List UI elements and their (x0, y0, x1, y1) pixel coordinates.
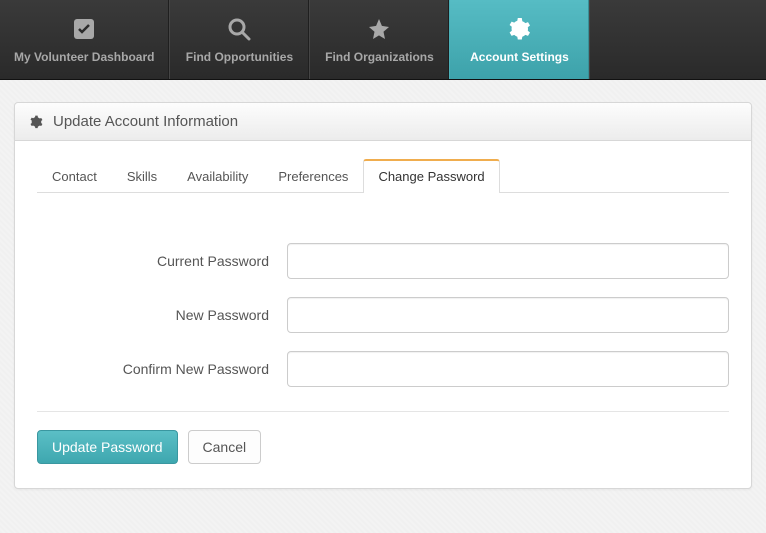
row-new-password: New Password (37, 297, 729, 333)
row-current-password: Current Password (37, 243, 729, 279)
label-confirm-password: Confirm New Password (37, 361, 287, 377)
panel-update-account: Update Account Information Contact Skill… (14, 102, 752, 489)
nav-item-account-settings[interactable]: Account Settings (449, 0, 589, 79)
input-wrap-new-password (287, 297, 729, 333)
new-password-field[interactable] (287, 297, 729, 333)
confirm-password-field[interactable] (287, 351, 729, 387)
row-confirm-password: Confirm New Password (37, 351, 729, 387)
update-password-button[interactable]: Update Password (37, 430, 178, 464)
panel-title: Update Account Information (53, 113, 238, 130)
tab-contact[interactable]: Contact (37, 159, 112, 193)
gear-icon (507, 17, 531, 44)
nav-item-opportunities[interactable]: Find Opportunities (169, 0, 309, 79)
gear-icon (29, 115, 43, 129)
divider (37, 411, 729, 412)
input-wrap-current-password (287, 243, 729, 279)
nav-item-label: My Volunteer Dashboard (14, 50, 154, 64)
nav-item-organizations[interactable]: Find Organizations (309, 0, 449, 79)
tab-change-password[interactable]: Change Password (363, 159, 499, 193)
nav-item-label: Find Opportunities (186, 50, 293, 64)
nav-item-label: Find Organizations (325, 50, 434, 64)
tab-availability[interactable]: Availability (172, 159, 263, 193)
tabs: Contact Skills Availability Preferences … (37, 159, 729, 193)
check-square-icon (72, 17, 96, 44)
tab-preferences[interactable]: Preferences (263, 159, 363, 193)
current-password-field[interactable] (287, 243, 729, 279)
nav-item-label: Account Settings (470, 50, 569, 64)
panel-body: Contact Skills Availability Preferences … (15, 141, 751, 488)
search-icon (227, 17, 251, 44)
panel-header: Update Account Information (15, 103, 751, 141)
tab-skills[interactable]: Skills (112, 159, 172, 193)
label-current-password: Current Password (37, 253, 287, 269)
input-wrap-confirm-password (287, 351, 729, 387)
nav-item-dashboard[interactable]: My Volunteer Dashboard (0, 0, 169, 79)
nav-filler (589, 0, 766, 79)
page-content: Update Account Information Contact Skill… (0, 80, 766, 511)
form-actions: Update Password Cancel (37, 430, 729, 464)
cancel-button[interactable]: Cancel (188, 430, 262, 464)
top-nav: My Volunteer Dashboard Find Opportunitie… (0, 0, 766, 80)
label-new-password: New Password (37, 307, 287, 323)
star-icon (367, 17, 391, 44)
